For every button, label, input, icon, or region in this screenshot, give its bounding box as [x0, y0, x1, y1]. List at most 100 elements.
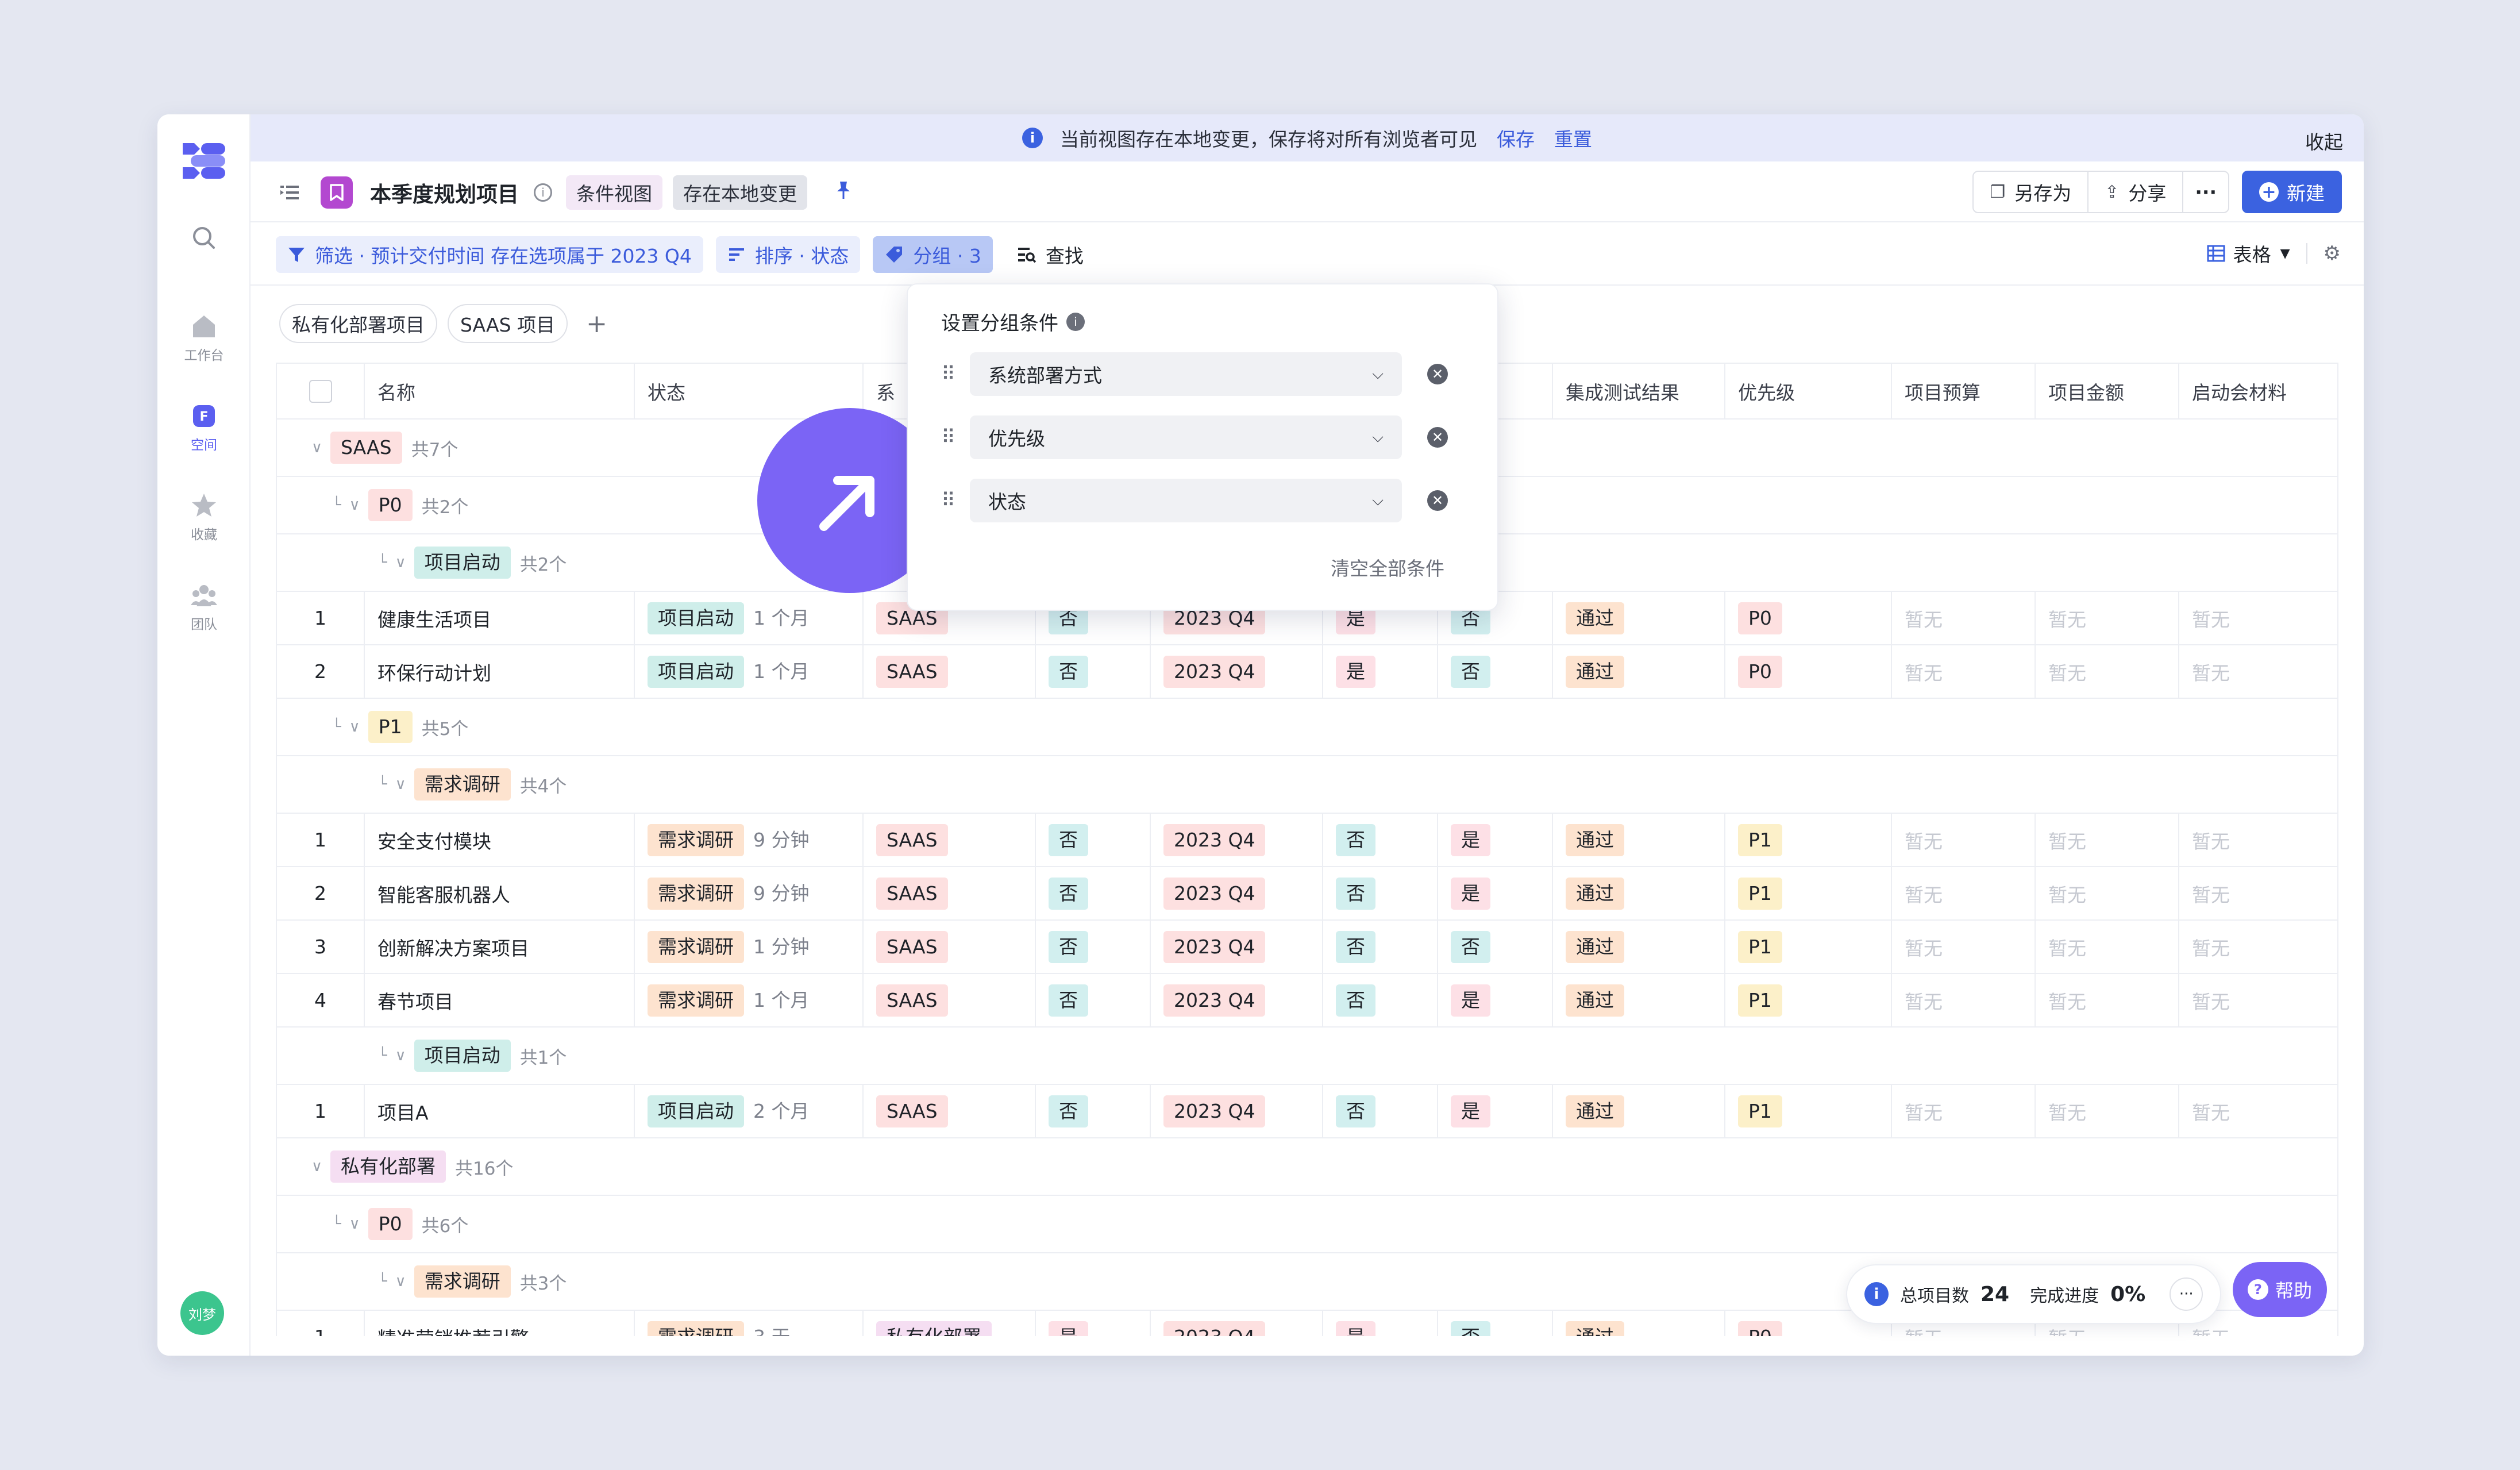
select-all-cell[interactable]	[277, 364, 365, 420]
rail-item-team[interactable]: 团队	[157, 581, 251, 633]
cell-kickoff[interactable]: 暂无	[2179, 973, 2337, 1028]
cell-name[interactable]: 创新解决方案项目	[364, 920, 635, 974]
cell-status[interactable]: 需求调研 1 个月	[634, 973, 864, 1028]
cell-amount[interactable]: 暂无	[2035, 920, 2179, 974]
cell-bool[interactable]: 否	[1035, 920, 1151, 974]
cell-bool[interactable]: 是	[1438, 813, 1553, 867]
cell-quarter[interactable]: 2023 Q4	[1150, 867, 1323, 921]
clear-all-conditions-button[interactable]: 清空全部条件	[1331, 553, 1444, 581]
cell-status[interactable]: 需求调研 3 天	[634, 1310, 864, 1336]
table-row[interactable]: 1 项目A 项目启动 2 个月 SAAS 否 2023 Q4 否 是 通过 P1 …	[277, 1084, 2337, 1138]
cell-bool[interactable]: 否	[1438, 1310, 1553, 1336]
chevron-down-icon[interactable]: ∨	[311, 439, 322, 456]
cell-bool[interactable]: 是	[1035, 1310, 1151, 1336]
cell-quarter[interactable]: 2023 Q4	[1150, 645, 1323, 699]
view-tab-saas[interactable]: SAAS 项目	[448, 304, 568, 343]
column-header[interactable]: 项目预算	[1891, 364, 2036, 420]
cell-bool[interactable]: 是	[1438, 973, 1553, 1028]
select-all-checkbox[interactable]	[309, 379, 332, 403]
cell-budget[interactable]: 暂无	[1891, 645, 2036, 699]
cell-priority[interactable]: P1	[1725, 867, 1892, 921]
group-button[interactable]: 分组 · 3	[873, 236, 993, 273]
cell-budget[interactable]: 暂无	[1891, 591, 2036, 645]
cell-quarter[interactable]: 2023 Q4	[1150, 813, 1323, 867]
drag-handle-icon[interactable]: ⠿	[941, 489, 964, 512]
collapse-banner-button[interactable]: 收起	[2305, 127, 2343, 155]
rail-item-space[interactable]: F 空间	[157, 402, 251, 453]
chevron-down-icon[interactable]: ∨	[349, 497, 360, 514]
cell-priority[interactable]: P1	[1725, 1084, 1892, 1138]
group-field-select[interactable]: 状态 ⌵	[970, 479, 1402, 522]
cell-status[interactable]: 项目启动 1 个月	[634, 645, 864, 699]
table-row[interactable]: 2 智能客服机器人 需求调研 9 分钟 SAAS 否 2023 Q4 否 是 通过…	[277, 867, 2337, 921]
cell-name[interactable]: 精准营销推荐引擎	[364, 1310, 635, 1336]
chevron-down-icon[interactable]: ∨	[395, 1047, 406, 1064]
cell-deploy[interactable]: SAAS	[863, 920, 1036, 974]
cell-quarter[interactable]: 2023 Q4	[1150, 920, 1323, 974]
cell-bool[interactable]: 否	[1035, 1084, 1151, 1138]
cell-bool[interactable]: 是	[1438, 1084, 1553, 1138]
cell-budget[interactable]: 暂无	[1891, 973, 2036, 1028]
column-header[interactable]: 优先级	[1725, 364, 1892, 420]
title-info-icon[interactable]: i	[534, 183, 552, 202]
rail-search[interactable]	[157, 224, 251, 256]
cell-amount[interactable]: 暂无	[2035, 813, 2179, 867]
cell-budget[interactable]: 暂无	[1891, 920, 2036, 974]
group-row[interactable]: └ ∨ 项目启动 共1个	[277, 1027, 2337, 1085]
chevron-down-icon[interactable]: ▼	[2280, 247, 2290, 261]
cell-priority[interactable]: P1	[1725, 920, 1892, 974]
group-row[interactable]: ∨ 私有化部署 共16个	[277, 1138, 2337, 1196]
cell-deploy[interactable]: SAAS	[863, 867, 1036, 921]
cell-amount[interactable]: 暂无	[2035, 973, 2179, 1028]
cell-name[interactable]: 项目A	[364, 1084, 635, 1138]
group-row[interactable]: └ ∨ P0 共6个	[277, 1195, 2337, 1253]
drag-handle-icon[interactable]: ⠿	[941, 363, 964, 386]
column-header[interactable]: 集成测试结果	[1552, 364, 1725, 420]
cell-test[interactable]: 通过	[1552, 920, 1725, 974]
table-row[interactable]: 2 环保行动计划 项目启动 1 个月 SAAS 否 2023 Q4 是 否 通过 …	[277, 645, 2337, 699]
gear-icon[interactable]: ⚙	[2324, 242, 2341, 265]
cell-bool[interactable]: 是	[1323, 645, 1438, 699]
pin-icon[interactable]	[835, 180, 852, 205]
column-header[interactable]: 项目金额	[2035, 364, 2179, 420]
remove-condition-icon[interactable]: ✕	[1427, 364, 1448, 384]
share-button[interactable]: ⇪ 分享	[2089, 172, 2184, 212]
cell-priority[interactable]: P0	[1725, 645, 1892, 699]
chevron-down-icon[interactable]: ∨	[395, 1273, 406, 1290]
cell-bool[interactable]: 是	[1323, 1310, 1438, 1336]
find-button[interactable]: 查找	[1005, 236, 1095, 273]
cell-amount[interactable]: 暂无	[2035, 645, 2179, 699]
cell-bool[interactable]: 否	[1323, 867, 1438, 921]
cell-status[interactable]: 项目启动 2 个月	[634, 1084, 864, 1138]
table-row[interactable]: 3 创新解决方案项目 需求调研 1 分钟 SAAS 否 2023 Q4 否 否 通…	[277, 920, 2337, 974]
cell-kickoff[interactable]: 暂无	[2179, 645, 2337, 699]
rail-item-workbench[interactable]: 工作台	[157, 312, 251, 364]
cell-kickoff[interactable]: 暂无	[2179, 920, 2337, 974]
cell-bool[interactable]: 否	[1438, 920, 1553, 974]
cell-quarter[interactable]: 2023 Q4	[1150, 1310, 1323, 1336]
chevron-down-icon[interactable]: ∨	[395, 554, 406, 571]
view-type-select[interactable]: 表格	[2233, 240, 2271, 267]
cell-bool[interactable]: 否	[1323, 973, 1438, 1028]
new-button[interactable]: + 新建	[2242, 171, 2342, 213]
table-row[interactable]: 1 安全支付模块 需求调研 9 分钟 SAAS 否 2023 Q4 否 是 通过 …	[277, 813, 2337, 867]
cell-amount[interactable]: 暂无	[2035, 1084, 2179, 1138]
cell-bool[interactable]: 否	[1323, 813, 1438, 867]
chevron-down-icon[interactable]: ∨	[349, 1215, 360, 1233]
cell-test[interactable]: 通过	[1552, 867, 1725, 921]
cell-name[interactable]: 春节项目	[364, 973, 635, 1028]
rail-item-favorites[interactable]: 收藏	[157, 491, 251, 543]
info-icon[interactable]: i	[1066, 312, 1085, 331]
cell-status[interactable]: 需求调研 1 分钟	[634, 920, 864, 974]
user-avatar[interactable]: 刘梦	[180, 1291, 224, 1335]
cell-test[interactable]: 通过	[1552, 1084, 1725, 1138]
chevron-down-icon[interactable]: ∨	[349, 718, 360, 736]
chevron-down-icon[interactable]: ∨	[311, 1158, 322, 1175]
cell-bool[interactable]: 否	[1035, 813, 1151, 867]
cell-bool[interactable]: 否	[1035, 867, 1151, 921]
group-field-select[interactable]: 优先级 ⌵	[970, 415, 1402, 459]
column-header[interactable]: 启动会材料	[2179, 364, 2337, 420]
cell-deploy[interactable]: SAAS	[863, 1084, 1036, 1138]
cell-deploy[interactable]: SAAS	[863, 973, 1036, 1028]
cell-kickoff[interactable]: 暂无	[2179, 867, 2337, 921]
